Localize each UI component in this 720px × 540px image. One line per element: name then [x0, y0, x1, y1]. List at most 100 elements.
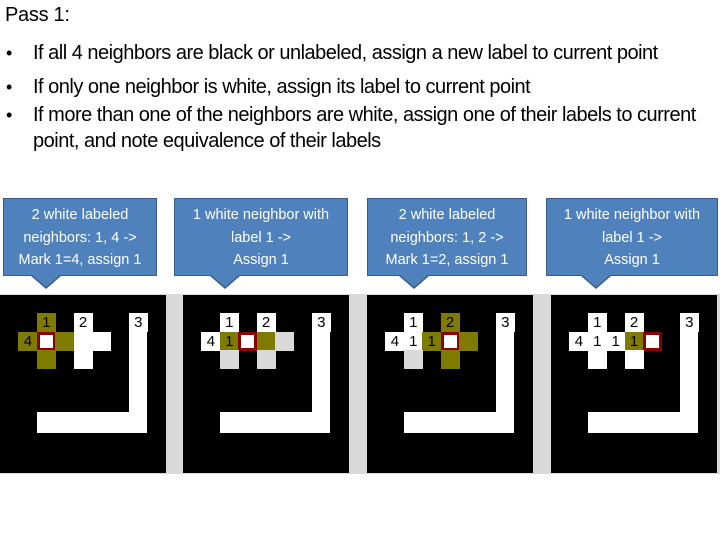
pixel-cell [73, 350, 93, 370]
callout-line: Assign 1 [233, 252, 289, 268]
binary-image-panel-2: 1 2 3 41 [183, 295, 349, 473]
rule-item: • If more than one of the neighbors are … [0, 102, 720, 154]
object-3-horizontal-bar [403, 412, 515, 433]
pixel-cell: 1 [422, 331, 442, 351]
pixel-label: 2 [261, 314, 271, 332]
pixel-cell [92, 331, 111, 351]
object-3-horizontal-bar [36, 412, 148, 433]
callout-line: label 1 -> [230, 229, 292, 246]
pixel-cell [256, 331, 276, 351]
pixel-cell [587, 350, 607, 370]
pixel-label: 1 [225, 314, 234, 332]
pixel-cell: 2 [73, 313, 93, 333]
callout-step-1: 2 white labeled neighbors: 1, 4 -> Mark … [3, 198, 157, 289]
callout-line: Mark 1=4, assign 1 [18, 252, 142, 268]
pixel-label: 2 [445, 314, 455, 332]
pixel-label: 4 [23, 332, 33, 350]
pixel-label: 2 [78, 314, 88, 332]
pixel-label: 3 [317, 314, 326, 332]
binary-image-panel-1: 1 2 3 4 [0, 295, 166, 473]
pixel-label: 3 [501, 314, 510, 332]
rule-item: • If all 4 neighbors are black or unlabe… [0, 40, 720, 66]
callout-line: Assign 1 [604, 252, 660, 268]
rules-list: • If all 4 neighbors are black or unlabe… [0, 40, 720, 162]
callout-step-4: 1 white neighbor with label 1 -> Assign … [546, 198, 718, 289]
pixel-cell [459, 331, 478, 351]
callout-step-3: 2 white labeled neighbors: 1, 2 -> Mark … [367, 198, 527, 289]
object-3-horizontal-bar [219, 412, 331, 433]
current-pixel [440, 331, 460, 351]
pixel-cell: 3 [495, 313, 515, 333]
pixel-cell: 2 [440, 313, 460, 333]
rule-item: • If only one neighbor is white, assign … [0, 74, 720, 100]
object-3-horizontal-bar [587, 412, 699, 433]
pixel-label: 1 [611, 332, 620, 350]
pixel-cell: 1 [587, 331, 607, 351]
pixel-cell [403, 350, 423, 370]
pixel-cell [36, 350, 56, 370]
pixel-label: 1 [593, 314, 602, 332]
pixel-cell: 2 [624, 313, 644, 333]
pixel-cell: 2 [256, 313, 276, 333]
pixel-cell: 3 [311, 313, 331, 333]
callout-pointer [32, 275, 60, 287]
pixel-cell [55, 331, 75, 351]
pixel-label: 3 [134, 314, 143, 332]
callout-line: neighbors: 1, 4 -> [23, 229, 137, 246]
pixel-cell: 4 [569, 331, 589, 351]
pixel-cell [73, 331, 93, 351]
pixel-cell: 1 [403, 331, 423, 351]
current-pixel [238, 331, 258, 351]
callout-line: 2 white labeled [31, 207, 129, 223]
callout-line: label 1 -> [601, 229, 663, 246]
pixel-cell: 3 [128, 313, 148, 333]
pixel-cell [256, 350, 276, 370]
rule-text: If all 4 neighbors are black or unlabele… [33, 42, 658, 64]
callout-step-2: 1 white neighbor with label 1 -> Assign … [174, 198, 348, 289]
callout-line: Mark 1=2, assign 1 [385, 252, 509, 268]
current-pixel [643, 331, 662, 351]
pixel-label: 2 [629, 314, 639, 332]
pixel-label: 4 [206, 332, 216, 350]
pixel-label: 1 [427, 332, 436, 350]
bullet-icon: • [6, 43, 12, 63]
pixel-cell: 4 [385, 331, 405, 351]
pixel-cell [624, 350, 644, 370]
pixel-cell: 4 [18, 331, 38, 351]
pixel-label: 3 [685, 314, 694, 332]
callout-pointer [400, 275, 428, 287]
pixel-cell: 1 [587, 313, 607, 333]
pixel-label: 4 [574, 332, 584, 350]
pixel-cell: 4 [201, 331, 221, 351]
pixel-cell: 1 [624, 331, 644, 351]
callout-line: neighbors: 1, 2 -> [390, 229, 504, 246]
bullet-icon: • [6, 105, 12, 125]
pixel-cell [219, 350, 239, 370]
rule-text: If only one neighbor is white, assign it… [33, 76, 531, 98]
pixel-cell: 3 [679, 313, 699, 333]
pixel-cell: 1 [36, 313, 56, 333]
callout-line: 2 white labeled [398, 207, 496, 223]
pixel-label: 4 [390, 332, 400, 350]
binary-image-panel-3: 123411 [367, 295, 533, 473]
bullet-icon: • [6, 77, 12, 97]
pixel-label: 1 [409, 314, 418, 332]
binary-image-panel-4: 1234111 [551, 295, 717, 473]
pixel-cell [275, 331, 294, 351]
callout-pointer [582, 275, 610, 287]
pixel-cell [440, 350, 460, 370]
slide-title: Pass 1: [5, 4, 70, 26]
pixel-label: 1 [629, 332, 639, 350]
pixel-cell: 1 [219, 313, 239, 333]
pixel-label: 1 [42, 314, 51, 332]
pixel-label: 1 [409, 332, 418, 350]
callout-line: 1 white neighbor with [192, 207, 330, 223]
pixel-cell: 1 [606, 331, 626, 351]
callout-line: 1 white neighbor with [563, 207, 701, 223]
current-pixel [36, 331, 56, 351]
pixel-cell: 1 [219, 331, 239, 351]
pixel-label: 1 [593, 332, 602, 350]
pixel-label: 1 [225, 332, 234, 350]
callout-pointer [211, 275, 239, 287]
pixel-cell: 1 [403, 313, 423, 333]
